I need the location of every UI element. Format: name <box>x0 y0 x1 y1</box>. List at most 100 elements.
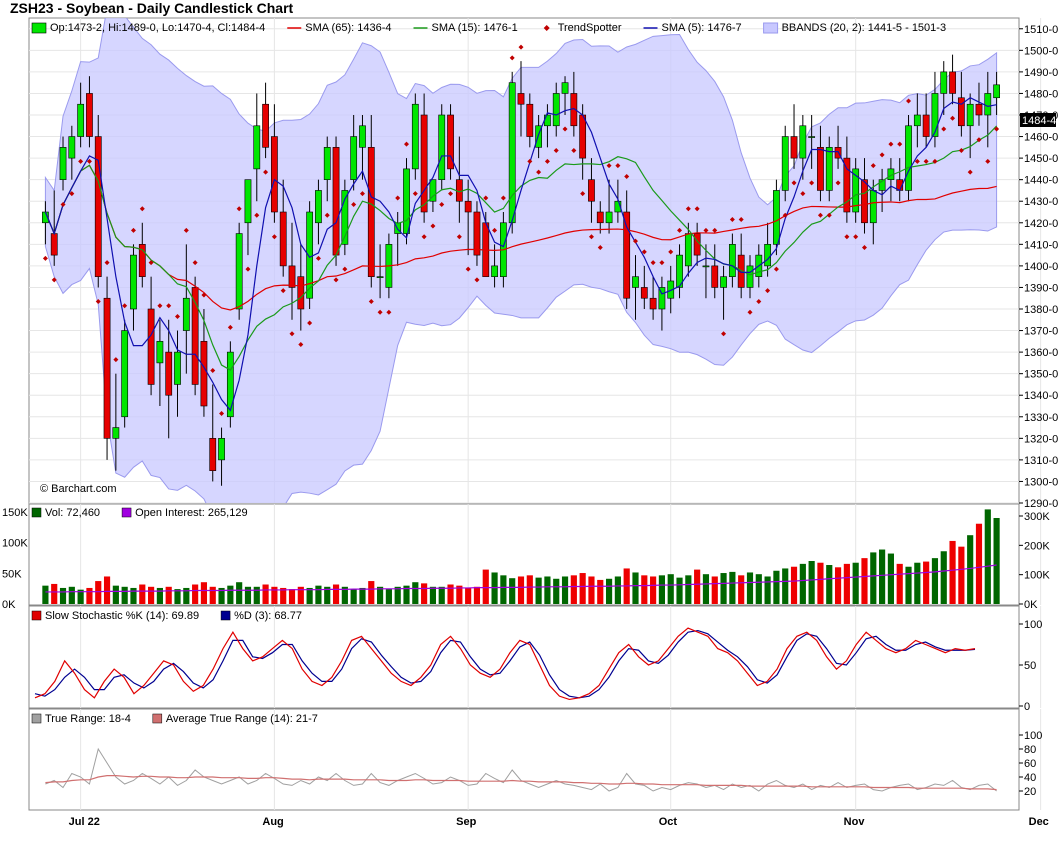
price-tick-label: 1410-0 <box>1024 239 1058 251</box>
price-tick-label: 1440-0 <box>1024 175 1058 187</box>
volume-bar <box>614 576 621 604</box>
candle-body <box>931 93 939 137</box>
candle-body <box>332 147 340 256</box>
candle-body <box>165 351 173 396</box>
volume-bar <box>746 572 754 604</box>
volume-bar <box>808 561 815 604</box>
volume-right-tick-label: 300K <box>1024 511 1050 523</box>
volume-left-tick-label: 150K <box>2 507 28 519</box>
legend-label: %D (3): 68.77 <box>234 610 302 622</box>
candle-body <box>262 103 269 148</box>
x-tick-label: Aug <box>262 816 283 828</box>
volume-bar <box>790 566 798 604</box>
candle-body <box>156 341 164 364</box>
candle-body <box>975 103 983 116</box>
candle-body <box>605 211 613 224</box>
volume-bar <box>993 518 1000 604</box>
volume-bar <box>438 586 445 604</box>
candle-body <box>86 93 93 137</box>
candle-body <box>984 93 992 116</box>
candle-body <box>905 125 912 191</box>
volume-bar <box>561 576 569 604</box>
candle-body <box>200 341 208 407</box>
volume-bar <box>121 586 128 604</box>
volume-bar <box>843 563 850 604</box>
volume-bar <box>42 585 49 604</box>
legend-label: True Range: 18-4 <box>45 713 131 725</box>
candle-body <box>869 190 877 224</box>
legend-label: Vol: 72,460 <box>45 507 100 519</box>
candle-body <box>623 211 631 299</box>
volume-bar <box>685 575 692 604</box>
chart-canvas[interactable]: 1290-0 1300-0 1310-0 1320-0 1330-0 1340-0 1350… <box>0 0 1060 851</box>
volume-bar <box>711 576 718 604</box>
candle-body <box>861 179 868 224</box>
candle-body <box>218 438 225 461</box>
volume-bar <box>967 535 974 604</box>
candle-body <box>182 297 190 331</box>
candle-body <box>376 276 384 278</box>
candle-body <box>508 82 516 224</box>
candle-body <box>799 125 807 159</box>
volume-bar <box>359 587 366 604</box>
candle-body <box>235 233 243 310</box>
candle-body <box>68 136 76 159</box>
legend-label: Average True Range (14): 21-7 <box>166 713 318 725</box>
legend-key <box>31 507 42 518</box>
volume-bar <box>553 578 560 604</box>
volume-bar <box>588 576 595 604</box>
candle-body <box>464 200 472 213</box>
candle-body <box>773 190 780 245</box>
price-tick-label: 1330-0 <box>1024 412 1058 424</box>
candle-body <box>764 244 771 267</box>
volume-bar <box>412 582 419 604</box>
volume-bar <box>262 584 269 604</box>
candle-body <box>649 297 657 310</box>
candle-body <box>817 147 824 191</box>
volume-bar <box>914 562 921 604</box>
candle-body <box>552 93 560 127</box>
candle-body <box>517 93 525 105</box>
candle-body <box>966 103 974 127</box>
legend-label: Open Interest: 265,129 <box>135 507 248 519</box>
price-tick-label: 1310-0 <box>1024 455 1058 467</box>
candle-body <box>288 265 296 288</box>
price-tick-label: 1460-0 <box>1024 132 1058 144</box>
candle-body <box>50 233 58 256</box>
candle-body <box>808 136 816 138</box>
volume-bar <box>834 567 842 604</box>
candle-body <box>350 136 358 180</box>
volume-bar <box>59 587 67 604</box>
candle-body <box>59 147 67 180</box>
candle-body <box>579 114 587 159</box>
legend-key <box>31 713 42 724</box>
price-tick-label: 1450-0 <box>1024 153 1058 165</box>
volume-bar <box>526 575 533 604</box>
candle-body <box>940 71 948 94</box>
volume-bar <box>773 570 780 604</box>
price-tick-label: 1500-0 <box>1024 45 1058 57</box>
volume-bar <box>870 552 877 604</box>
volume-bar <box>931 558 939 604</box>
candle-body <box>209 438 217 471</box>
candle-body <box>438 114 446 180</box>
volume-bar <box>975 523 983 604</box>
volume-bar <box>720 573 727 604</box>
volume-bar <box>667 574 674 604</box>
volume-bar <box>799 563 806 604</box>
volume-bar <box>517 576 525 604</box>
price-tick-label: 1320-0 <box>1024 433 1058 445</box>
stochastic-tick-label: 100 <box>1024 619 1042 631</box>
last-price-label: 1484-4 <box>1022 115 1056 127</box>
volume-bar <box>896 563 903 604</box>
legend-label: SMA (15): 1476-1 <box>431 22 517 34</box>
candle-body <box>491 265 498 277</box>
candle-body <box>112 427 120 439</box>
volume-bar <box>729 571 736 604</box>
legend-label: Slow Stochastic %K (14): 69.89 <box>45 610 199 622</box>
legend-key <box>763 22 779 34</box>
candle-body <box>411 103 419 170</box>
volume-bar <box>95 581 102 604</box>
candle-body <box>913 114 921 127</box>
legend-key <box>121 507 132 518</box>
